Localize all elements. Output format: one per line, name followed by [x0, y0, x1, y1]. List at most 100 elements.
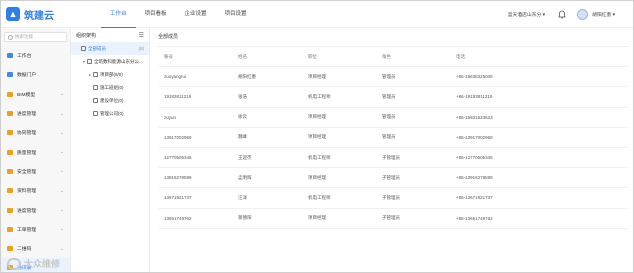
- table-row[interactable]: 13917002969 魏峰 项目经理 管理员 +86-13917002969: [158, 128, 628, 148]
- table-cell: zuyun: [164, 114, 177, 120]
- tree-node-label: 施工班组(0): [100, 84, 124, 90]
- sidebar-item[interactable]: 二维码 ⌄: [1, 239, 70, 258]
- tree-node-label: 全筑数科能源山东分公...: [94, 58, 143, 64]
- sidebar-item-label: 数据门户: [17, 73, 37, 79]
- nav-tab[interactable]: 项目设置: [216, 1, 256, 28]
- project-selector[interactable]: 蓝天酒店山东分 ▾: [508, 11, 545, 18]
- table-cell: 项目经理: [308, 73, 326, 79]
- menu-icon[interactable]: ☰: [139, 32, 144, 39]
- tree-node[interactable]: 管理公司(0): [71, 107, 149, 120]
- group-icon: [93, 72, 98, 77]
- group-icon: [93, 85, 98, 90]
- chevron-down-icon: ⌄: [59, 149, 64, 156]
- table-cell: 子管理员: [382, 154, 400, 160]
- sidebar-item[interactable]: 工单管理 ⌄: [1, 220, 70, 239]
- table-cell: 12770505346: [164, 155, 192, 161]
- top-bar: ▲ 筑建云 工作台 项目看板 企业设置 项目设置 蓝天酒店山东分 ▾ 胡阳红墨 ▾: [1, 1, 633, 28]
- table-cell: 王迎杰: [238, 154, 252, 160]
- table-row[interactable]: 13651749762 蒋德阳 项目经理 子管理员 +86-13651749762: [158, 209, 628, 229]
- tree-node-label: 全部成员: [88, 45, 106, 51]
- table-row[interactable]: zuyun 徐云 项目经理 管理员 +86-15931523623: [158, 108, 628, 128]
- table-cell: 子管理员: [382, 174, 400, 180]
- column-header: 电话: [456, 53, 465, 59]
- table-cell: 13651749762: [164, 215, 192, 221]
- table-cell: +86-15638325045: [456, 74, 493, 80]
- column-header: 姓名: [238, 53, 247, 59]
- sidebar-item[interactable]: 协同管理 ⌄: [1, 123, 70, 142]
- logo-icon: ▲: [6, 7, 20, 21]
- member-table: 账号 姓名 职位 角色 电话 zuoyangrui 胡阳红墨 项目经理 管理员 +86-15638…: [158, 46, 628, 229]
- table-cell: 管理员: [382, 114, 396, 120]
- table-header: 账号 姓名 职位 角色 电话: [158, 47, 628, 68]
- table-row[interactable]: 13671921737 汪洋 机电工程师 子管理员 +86-13671921737: [158, 188, 628, 209]
- nav-tab[interactable]: 项目看板: [136, 1, 176, 28]
- table-cell: +86-19183811219: [456, 94, 493, 100]
- user-menu[interactable]: 胡阳红墨 ▾: [592, 11, 615, 18]
- logo[interactable]: ▲ 筑建云: [6, 7, 101, 22]
- nav-tab[interactable]: 工作台: [101, 1, 136, 28]
- column-header: 角色: [382, 53, 391, 59]
- table-cell: +86-13671921737: [456, 195, 493, 201]
- sidebar-item[interactable]: 资料管理 ⌄: [1, 181, 70, 200]
- nav-tab[interactable]: 企业设置: [176, 1, 216, 28]
- sidebar-item[interactable]: 工作台: [1, 46, 70, 65]
- table-cell: 机电工程师: [308, 93, 331, 99]
- tree-node[interactable]: 建设单位(0): [71, 94, 149, 107]
- search-icon: [8, 34, 13, 40]
- tree-node[interactable]: ▸ 项目部(8/0): [71, 68, 149, 81]
- table-cell: 徐云: [238, 114, 247, 120]
- sidebar-item-label: 安全管理: [17, 169, 37, 175]
- tree-node[interactable]: 施工班组(0): [71, 81, 149, 94]
- sidebar-item[interactable]: 数据门户: [1, 65, 70, 84]
- watermark: 大众维修: [7, 257, 60, 270]
- sidebar-item[interactable]: 质量管理 ⌄: [1, 142, 70, 161]
- table-cell: 机电工程师: [308, 154, 331, 160]
- tree-node[interactable]: ▾ 全筑数科能源山东分公...: [71, 55, 149, 68]
- folder-icon: [7, 168, 13, 174]
- table-cell: 项目经理: [308, 174, 326, 180]
- sidebar-item[interactable]: 进度管理 ⌄: [1, 200, 70, 219]
- folder-icon: [7, 246, 13, 252]
- table-cell: 魏峰: [238, 134, 247, 140]
- sidebar-item-label: BIM模型: [17, 92, 36, 98]
- tree-node-label: 项目部(8/0): [100, 71, 123, 77]
- chevron-down-icon: ⌄: [59, 168, 64, 175]
- folder-icon: [7, 130, 13, 136]
- search-input[interactable]: 搜索功能: [4, 32, 67, 42]
- table-row[interactable]: zuoyangrui 胡阳红墨 项目经理 管理员 +86-15638325045: [158, 67, 628, 88]
- folder-icon: [7, 207, 13, 213]
- avatar[interactable]: [577, 9, 589, 20]
- tree-title: 组织架构: [76, 32, 97, 39]
- sidebar-item[interactable]: BIM模型 ⌄: [1, 85, 70, 104]
- table-cell: 管理员: [382, 93, 396, 99]
- chevron-down-icon: ⌄: [59, 226, 64, 233]
- sidebar-item-label: 协同管理: [17, 131, 37, 137]
- group-icon: [87, 59, 92, 64]
- table-cell: 项目经理: [308, 114, 326, 120]
- folder-icon: [7, 72, 13, 78]
- chevron-down-icon: ⌄: [59, 187, 64, 194]
- org-tree-panel: 组织架构 ☰ 全部成员 (8) ▾ 全筑数科能源山东分公... ▸ 项目部(8/0) 施工班…: [71, 28, 150, 272]
- app-window: ▲ 筑建云 工作台 项目看板 企业设置 项目设置 蓝天酒店山东分 ▾ 胡阳红墨 ▾ 搜…: [0, 0, 634, 273]
- table-row[interactable]: 19183811219 张浩 机电工程师 管理员 +86-19183811219: [158, 87, 628, 108]
- breadcrumb: 全部成员: [158, 33, 179, 40]
- table-cell: +86-15931523623: [456, 114, 493, 120]
- sidebar-item[interactable]: 进度管理 ⌄: [1, 104, 70, 123]
- bell-icon[interactable]: [557, 10, 567, 20]
- sidebar: 搜索功能 工作台 数据门户 BIM模型 ⌄ 进度管理 ⌄ 协同管理 ⌄ 质量管理 ⌄ 安全管理 ⌄ 资料…: [1, 28, 71, 272]
- table-cell: 13671921737: [164, 195, 192, 201]
- sidebar-item-label: 质量管理: [17, 150, 37, 156]
- table-row[interactable]: 12770505346 王迎杰 机电工程师 子管理员 +86-12770505346: [158, 148, 628, 169]
- table-cell: 张浩: [238, 93, 247, 99]
- search-placeholder: 搜索功能: [15, 34, 33, 39]
- table-cell: 13916278599: [164, 175, 192, 181]
- tree-node[interactable]: 全部成员 (8): [71, 42, 149, 55]
- sidebar-item-label: 工单管理: [17, 227, 37, 233]
- tree-nodes: 全部成员 (8) ▾ 全筑数科能源山东分公... ▸ 项目部(8/0) 施工班组(0) 建设单…: [71, 42, 149, 120]
- sidebar-item[interactable]: 安全管理 ⌄: [1, 162, 70, 181]
- table-cell: zuoyangrui: [164, 74, 187, 80]
- table-row[interactable]: 13916278599 孟明辉 项目经理 子管理员 +86-13916278599: [158, 168, 628, 189]
- group-icon: [93, 111, 98, 116]
- chevron-down-icon: ⌄: [59, 110, 64, 117]
- table-cell: 机电工程师: [308, 194, 331, 200]
